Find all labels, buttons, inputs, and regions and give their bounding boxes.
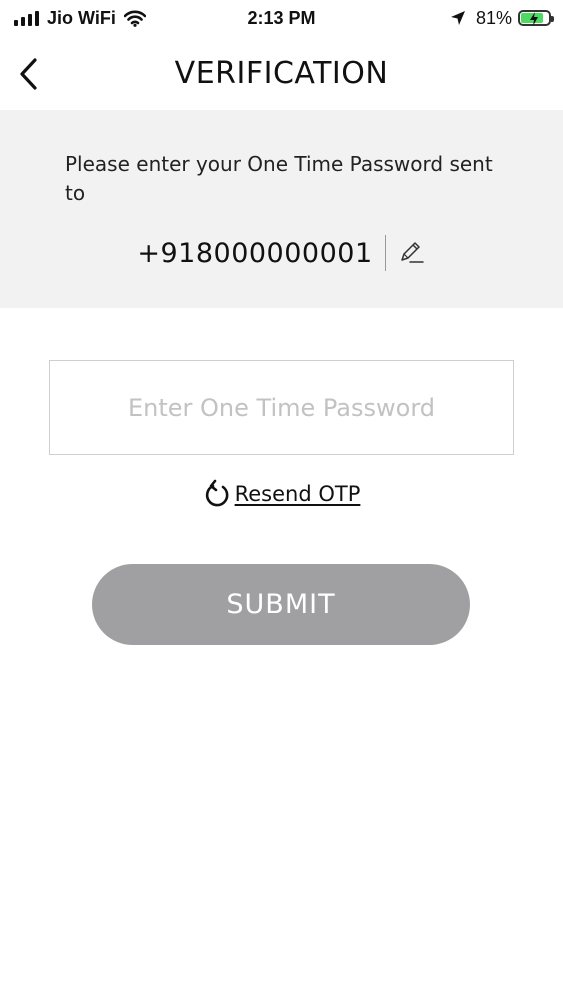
location-arrow-icon	[450, 10, 466, 26]
phone-number: +918000000001	[137, 237, 373, 269]
status-bar: Jio WiFi 2:13 PM 81%	[0, 0, 563, 38]
edit-phone-button[interactable]	[396, 238, 426, 268]
refresh-icon	[203, 479, 231, 509]
battery-charging-icon	[518, 10, 554, 26]
divider	[384, 235, 386, 271]
battery-cap	[551, 16, 554, 22]
battery-percent: 81%	[475, 7, 512, 28]
status-right: 81%	[450, 6, 554, 30]
otp-input[interactable]	[49, 360, 514, 455]
info-panel: Please enter your One Time Password sent…	[0, 110, 563, 308]
otp-instruction: Please enter your One Time Password sent…	[65, 152, 493, 205]
header: VERIFICATION	[0, 38, 563, 110]
charging-bolt-icon	[530, 12, 538, 26]
phone-row: +918000000001	[0, 234, 563, 272]
submit-button[interactable]: SUBMIT	[92, 564, 470, 645]
resend-otp-label: Resend OTP	[234, 482, 361, 506]
page-title: VERIFICATION	[174, 56, 389, 91]
resend-otp-link[interactable]: Resend OTP	[0, 476, 563, 512]
pencil-icon	[400, 242, 424, 263]
